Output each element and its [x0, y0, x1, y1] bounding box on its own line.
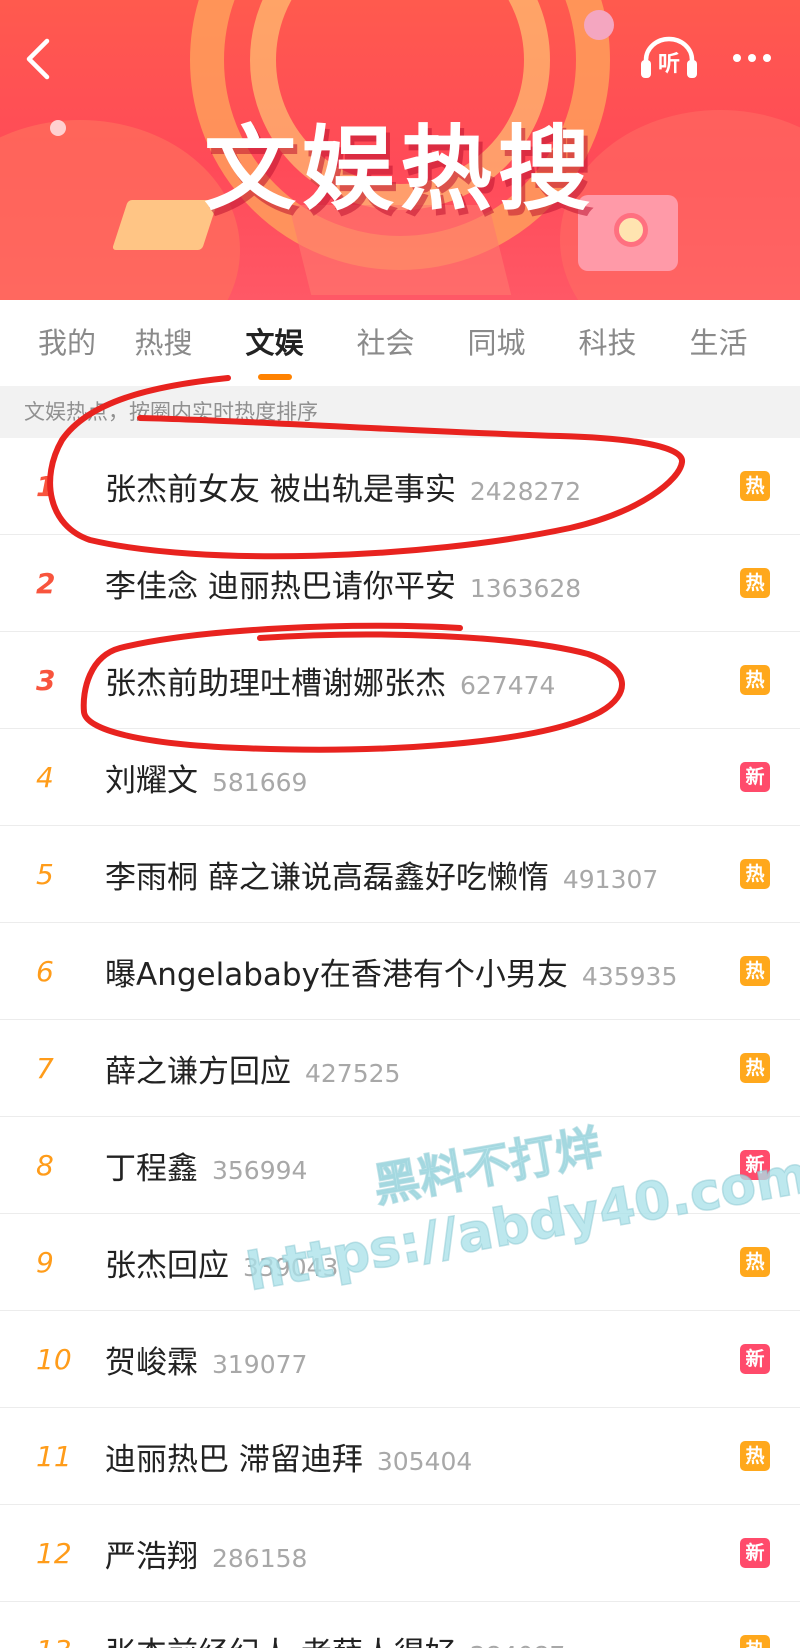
list-item[interactable]: 7 薛之谦方回应 427525 热 — [0, 1020, 800, 1117]
rank-number: 9 — [36, 1245, 54, 1279]
tab-local[interactable]: 同城 — [441, 300, 552, 386]
topic-title: 贺峻霖 319077 — [105, 1344, 308, 1381]
rank-number: 5 — [36, 857, 54, 891]
list-item[interactable]: 11 迪丽热巴 滞留迪拜 305404 热 — [0, 1408, 800, 1505]
rank-number: 6 — [36, 954, 54, 988]
list-item[interactable]: 13 张杰前经纪人 者薛人得好284087 热 — [0, 1602, 800, 1648]
list-item[interactable]: 6 曝Angelababy在香港有个小男友 435935 热 — [0, 923, 800, 1020]
tab-label: 同城 — [467, 326, 526, 360]
topic-title: 李佳念 迪丽热巴请你平安 1363628 — [105, 568, 582, 605]
list-item[interactable]: 3 张杰前助理吐槽谢娜张杰 627474 热 — [0, 632, 800, 729]
list-item[interactable]: 10 贺峻霖 319077 新 — [0, 1311, 800, 1408]
tab-life[interactable]: 生活 — [663, 300, 774, 386]
rank-number: 2 — [36, 566, 56, 600]
heat-count: 319077 — [212, 1349, 308, 1379]
tab-label: 文娱 — [245, 326, 304, 360]
banner-decoration — [584, 10, 614, 40]
rank-number: 4 — [36, 760, 54, 794]
hot-badge: 热 — [740, 568, 770, 598]
listen-label: 听 — [657, 52, 680, 77]
new-badge: 新 — [740, 1538, 770, 1568]
rank-number: 3 — [36, 663, 56, 697]
new-badge: 新 — [740, 1150, 770, 1180]
back-button[interactable] — [18, 34, 58, 84]
tab-mine[interactable]: 我的 — [38, 300, 108, 386]
list-item[interactable]: 1 张杰前女友 被出轨是事实 2428272 热 — [0, 438, 800, 535]
list-item[interactable]: 9 张杰回应 339043 热 — [0, 1214, 800, 1311]
list-item[interactable]: 4 刘耀文 581669 新 — [0, 729, 800, 826]
heat-count: 435935 — [581, 961, 678, 991]
tab-entertainment[interactable]: 文娱 — [219, 300, 330, 386]
rank-number: 13 — [36, 1634, 76, 1648]
tab-label: 生活 — [689, 326, 748, 360]
topic-title: 薛之谦方回应 427525 — [105, 1053, 401, 1090]
hot-badge: 热 — [740, 471, 770, 501]
heat-count: 1363628 — [469, 573, 582, 603]
rank-number: 11 — [36, 1439, 72, 1473]
heat-count: 2428272 — [469, 476, 582, 506]
topic-title: 张杰前女友 被出轨是事实 2428272 — [105, 471, 582, 508]
heat-count: 305404 — [376, 1446, 473, 1476]
rank-number: 10 — [36, 1342, 72, 1376]
rank-number: 8 — [36, 1148, 54, 1182]
topic-title: 丁程鑫 356994 — [105, 1150, 308, 1187]
new-badge: 新 — [740, 1344, 770, 1374]
heat-count: 286158 — [212, 1543, 308, 1573]
heat-count: 581669 — [212, 767, 308, 797]
category-tabs: 我的 热搜 文娱 社会 同城 科技 生活 — [0, 300, 800, 386]
trending-list: 1 张杰前女友 被出轨是事实 2428272 热 2 李佳念 迪丽热巴请你平安 13… — [0, 438, 800, 1648]
tab-label: 科技 — [578, 326, 637, 360]
page-title: 文娱热搜 — [203, 116, 596, 223]
hot-badge: 热 — [740, 859, 770, 889]
tab-label: 社会 — [356, 326, 415, 360]
heat-count: 284087 — [470, 1641, 565, 1648]
heat-count: 356994 — [212, 1155, 308, 1185]
more-options-button[interactable] — [722, 40, 782, 76]
heat-count: 491307 — [562, 864, 659, 894]
tab-society[interactable]: 社会 — [330, 300, 441, 386]
tab-label: 热搜 — [134, 326, 193, 360]
topic-title: 迪丽热巴 滞留迪拜 305404 — [105, 1441, 473, 1478]
hot-badge: 热 — [740, 956, 770, 986]
tab-label: 我的 — [38, 326, 97, 360]
tab-tech[interactable]: 科技 — [552, 300, 663, 386]
listen-button[interactable]: 听 — [638, 34, 700, 82]
topic-title: 刘耀文 581669 — [105, 762, 308, 799]
active-tab-indicator — [257, 374, 292, 380]
heat-count: 427525 — [305, 1058, 401, 1088]
header-banner: 文娱热搜 听 — [0, 0, 800, 300]
rank-number: 12 — [36, 1536, 72, 1570]
topic-title: 李雨桐 薛之谦说高磊鑫好吃懒惰 491307 — [105, 859, 659, 896]
topic-title: 张杰前助理吐槽谢娜张杰 627474 — [105, 665, 556, 702]
hot-badge: 热 — [740, 1441, 770, 1471]
topic-title: 曝Angelababy在香港有个小男友 435935 — [105, 956, 678, 993]
new-badge: 新 — [740, 762, 770, 792]
topic-title: 张杰前经纪人 者薛人得好284087 — [105, 1628, 565, 1648]
hot-badge: 热 — [740, 665, 770, 695]
heat-count: 627474 — [460, 670, 556, 700]
heat-count: 339043 — [243, 1252, 339, 1282]
list-item[interactable]: 8 丁程鑫 356994 新 — [0, 1117, 800, 1214]
list-item[interactable]: 2 李佳念 迪丽热巴请你平安 1363628 热 — [0, 535, 800, 632]
more-dots-icon — [733, 54, 771, 62]
rank-number: 1 — [36, 469, 56, 503]
list-description: 文娱热点，按圈内实时热度排序 — [0, 386, 800, 438]
chevron-left-icon — [26, 38, 50, 80]
hot-badge: 热 — [740, 1053, 770, 1083]
tab-hot-search[interactable]: 热搜 — [108, 300, 219, 386]
list-item[interactable]: 5 李雨桐 薛之谦说高磊鑫好吃懒惰 491307 热 — [0, 826, 800, 923]
rank-number: 7 — [36, 1051, 54, 1085]
hot-badge: 热 — [740, 1247, 770, 1277]
topic-title: 张杰回应 339043 — [105, 1247, 339, 1284]
list-item[interactable]: 12 严浩翔 286158 新 — [0, 1505, 800, 1602]
topic-title: 严浩翔 286158 — [105, 1538, 308, 1575]
hot-badge: 热 — [740, 1635, 770, 1648]
